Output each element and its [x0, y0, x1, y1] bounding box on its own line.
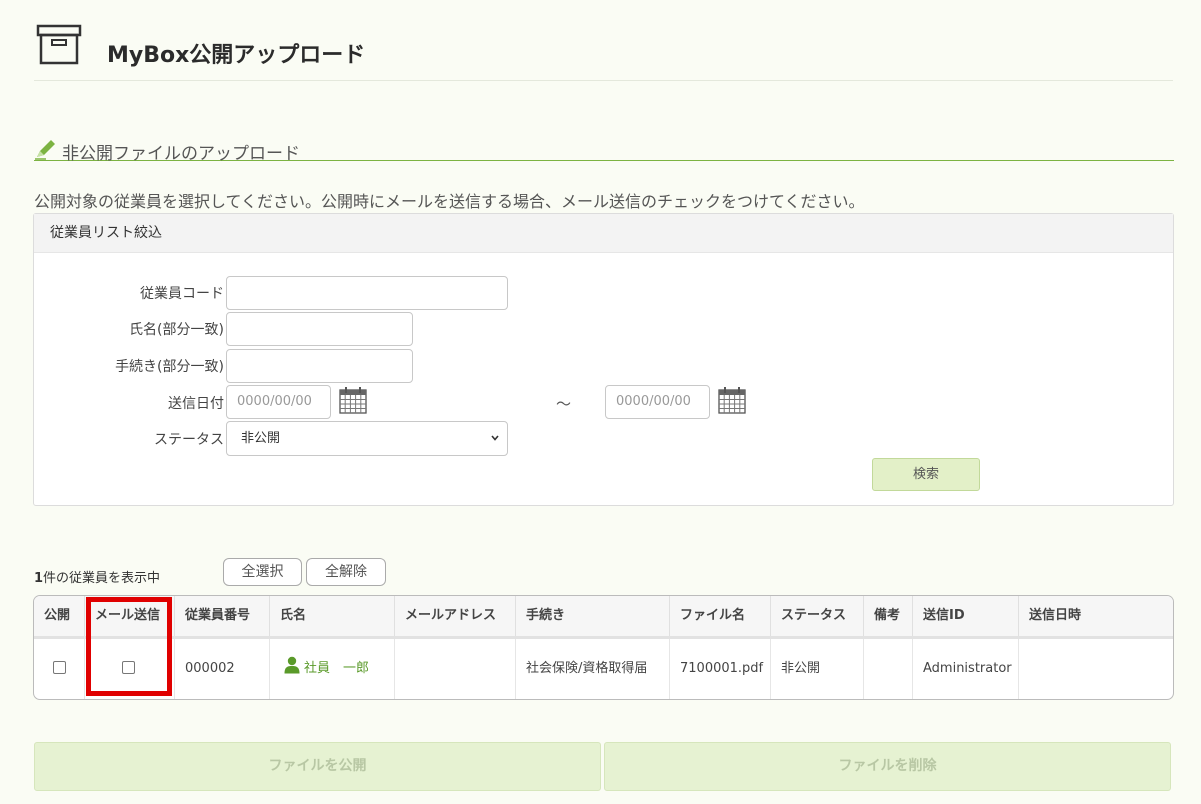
result-count: 1件の従業員を表示中 [34, 567, 160, 586]
chevron-down-icon [491, 435, 499, 441]
column-header-file-name: ファイル名 [670, 596, 771, 636]
procedure-label: 手続き(部分一致) [115, 359, 224, 375]
date-to-input[interactable]: 0000/00/00 [605, 385, 710, 419]
pencil-icon [35, 140, 55, 160]
archive-box-icon [36, 24, 82, 65]
section-title: 非公開ファイルのアップロード [62, 144, 300, 164]
calendar-icon[interactable] [718, 386, 746, 414]
status-select[interactable]: 非公開 [226, 421, 508, 456]
employee-code-input[interactable] [226, 276, 508, 310]
column-header-email: メールアドレス [395, 596, 516, 636]
instructions-text: 公開対象の従業員を選択してください。公開時にメールを送信する場合、メール送信のチ… [34, 192, 865, 211]
employee-no-cell: 000002 [175, 639, 270, 699]
section-heading: 非公開ファイルのアップロード [34, 136, 1174, 164]
person-icon [284, 656, 300, 674]
status-selected-value: 非公開 [241, 431, 281, 446]
date-range-separator: ～ [556, 395, 572, 413]
procedure-input[interactable] [226, 349, 413, 383]
column-header-send-datetime: 送信日時 [1029, 608, 1082, 623]
employee-name-link[interactable]: 社員 一郎 [304, 661, 369, 676]
column-header-employee-no: 従業員番号 [175, 596, 270, 636]
name-input[interactable] [226, 312, 413, 346]
search-button[interactable]: 検索 [872, 458, 980, 491]
clear-all-button[interactable]: 全解除 [306, 558, 386, 586]
publish-cell [34, 639, 85, 699]
send-id-cell: Administrator [913, 639, 1019, 699]
status-label: ステータス [154, 432, 224, 448]
note-cell [864, 639, 913, 699]
name-cell: 社員 一郎 [270, 639, 395, 699]
send-date-label: 送信日付 [168, 396, 224, 412]
filter-panel-heading: 従業員リスト絞込 [34, 214, 1173, 253]
procedure-cell: 社会保険/資格取得届 [516, 639, 670, 699]
publish-checkbox[interactable] [53, 661, 66, 674]
send-mail-column-highlight [86, 597, 172, 696]
table-header: 公開 メール送信 従業員番号 氏名 メールアドレス 手続き ファイル名 ステータ… [34, 596, 1173, 639]
calendar-icon[interactable] [339, 386, 367, 414]
page-title: MyBox公開アップロード [107, 43, 366, 68]
filter-panel: 従業員リスト絞込 従業員コード 氏名(部分一致) 手続き(部分一致) 送信日付 … [33, 213, 1174, 506]
employee-code-label: 従業員コード [140, 286, 224, 302]
column-header-publish: 公開 [34, 596, 85, 636]
select-all-button[interactable]: 全選択 [223, 558, 302, 586]
page-header: MyBox公開アップロード [0, 0, 1201, 82]
column-header-send-id: 送信ID [913, 596, 1019, 636]
publish-files-button[interactable]: ファイルを公開 [34, 742, 601, 791]
send-datetime-cell [1019, 639, 1173, 699]
result-count-number: 1 [34, 571, 44, 586]
date-from-input[interactable]: 0000/00/00 [226, 385, 331, 419]
delete-files-button[interactable]: ファイルを削除 [604, 742, 1171, 791]
column-header-status: ステータス [771, 596, 864, 636]
status-cell: 非公開 [771, 639, 864, 699]
name-label: 氏名(部分一致) [129, 322, 224, 338]
result-count-suffix: 件の従業員を表示中 [43, 571, 161, 586]
header-divider [34, 80, 1173, 81]
employee-table: 公開 メール送信 従業員番号 氏名 メールアドレス 手続き ファイル名 ステータ… [33, 595, 1174, 700]
file-name-cell: 7100001.pdf [670, 639, 771, 699]
column-header-note: 備考 [864, 596, 913, 636]
column-header-name: 氏名 [270, 596, 395, 636]
column-header-procedure: 手続き [516, 596, 670, 636]
email-cell [395, 639, 516, 699]
